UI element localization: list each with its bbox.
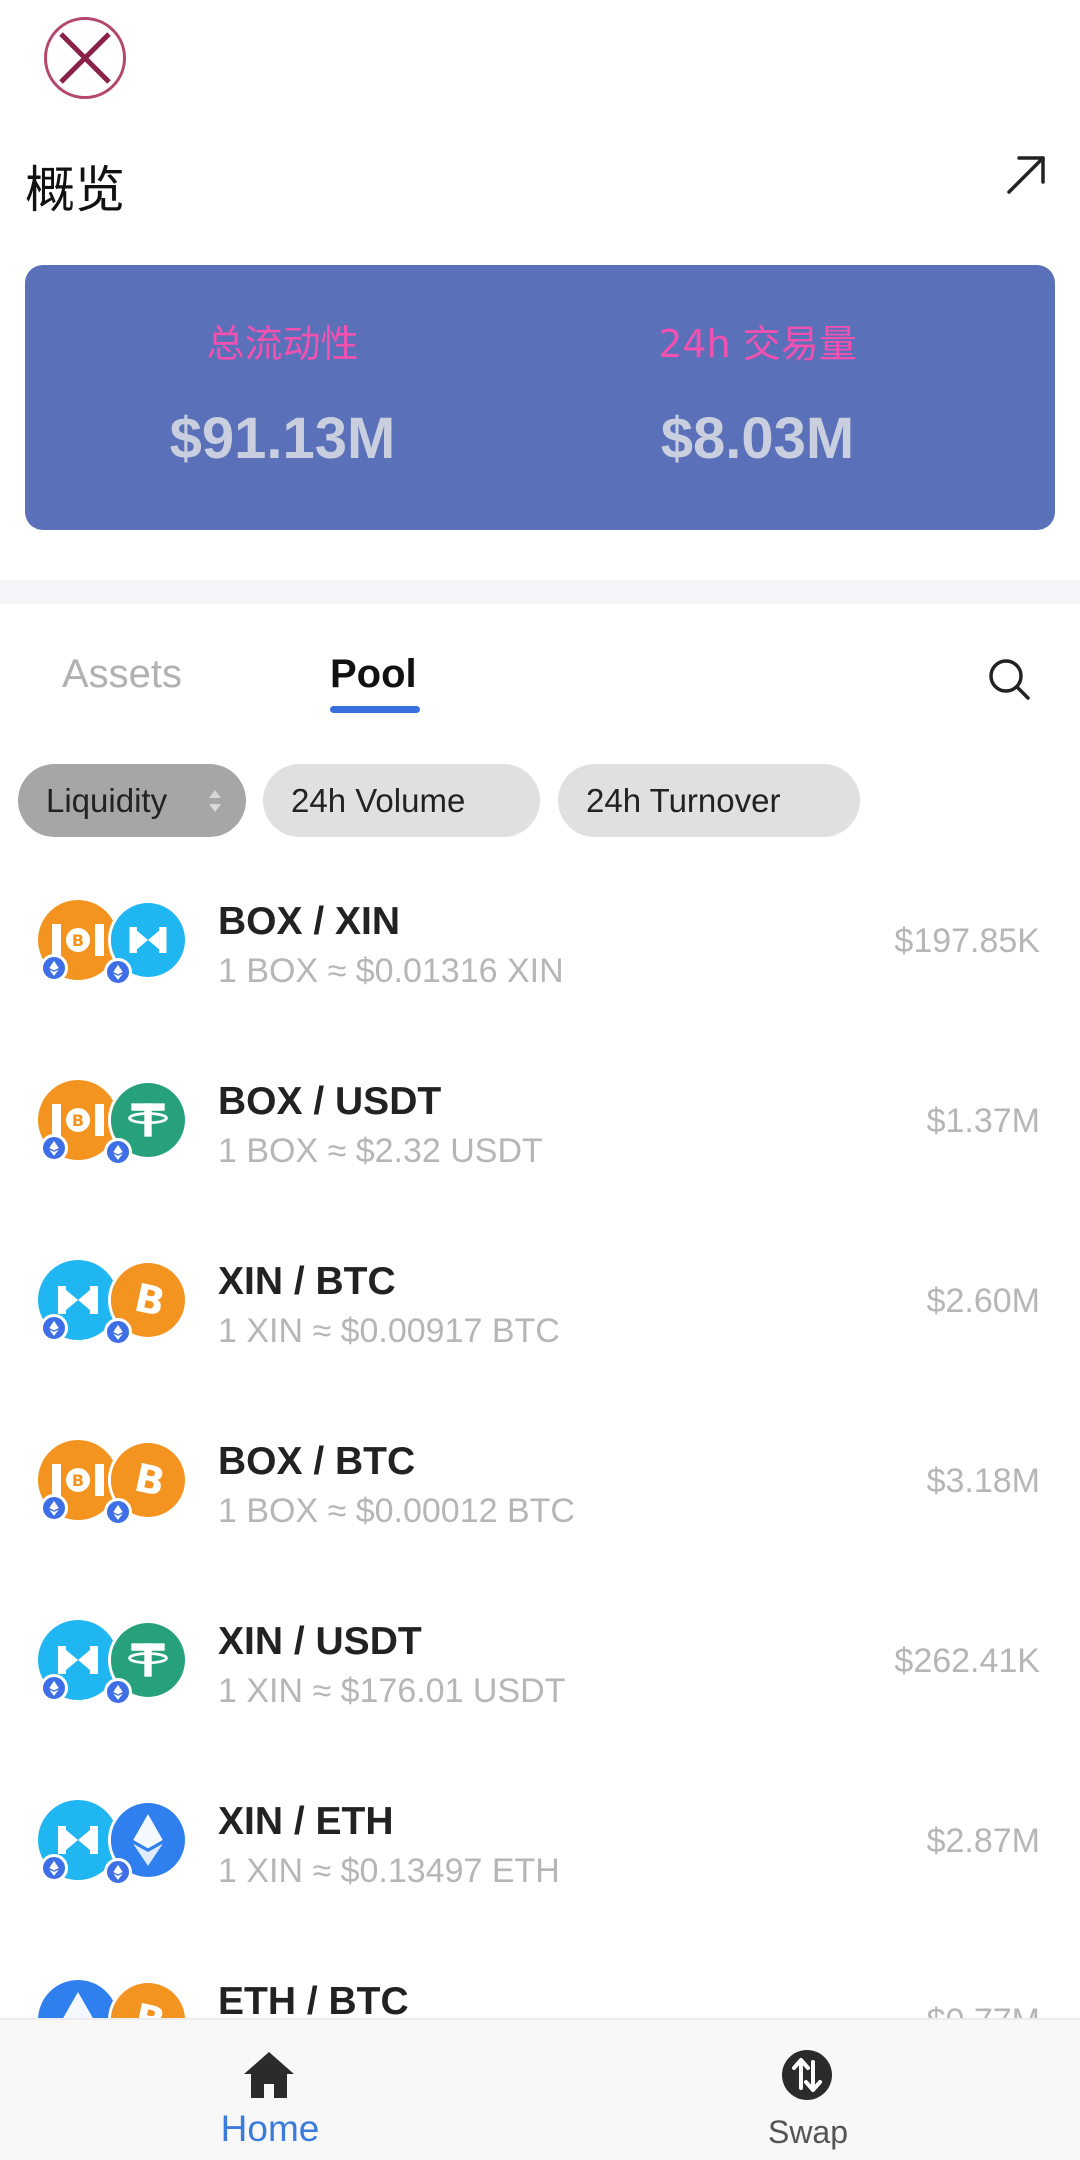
sort-pill-label: Liquidity (46, 782, 168, 819)
swap-icon (782, 2050, 832, 2100)
chain-badge-icon (104, 1858, 132, 1886)
pool-row[interactable]: XIN / USDT 1 XIN ≈ $176.01 USDT $262.41K (0, 1600, 1080, 1780)
pair-name: XIN / BTC (218, 1260, 396, 1303)
chain-badge-icon (104, 1678, 132, 1706)
pool-row[interactable]: XIN / ETH 1 XIN ≈ $0.13497 ETH $2.87M (0, 1780, 1080, 1960)
pair-icons: BB (38, 1440, 188, 1530)
pair-name: BOX / XIN (218, 900, 401, 943)
chain-badge-icon (40, 1134, 68, 1162)
pair-rate: 1 BOX ≈ $2.32 USDT (218, 1132, 543, 1170)
nav-home-label: Home (220, 2108, 320, 2149)
close-icon (59, 32, 111, 84)
chain-badge-icon (40, 1854, 68, 1882)
chain-badge-icon (104, 958, 132, 986)
chain-badge-icon (104, 1138, 132, 1166)
pair-icons: B (38, 1260, 188, 1350)
chain-badge-icon (104, 1318, 132, 1346)
svg-text:B: B (72, 931, 84, 950)
home-icon (244, 2052, 294, 2098)
pool-row[interactable]: B BOX / XIN 1 BOX ≈ $0.01316 XIN $197.85K (0, 880, 1080, 1060)
pool-row[interactable]: B BOX / USDT 1 BOX ≈ $2.32 USDT $1.37M (0, 1060, 1080, 1240)
pair-name: XIN / USDT (218, 1620, 422, 1663)
close-button[interactable] (44, 17, 126, 99)
pair-name: BOX / USDT (218, 1080, 442, 1123)
sort-pill-label: 24h Turnover (586, 782, 781, 819)
section-divider (0, 580, 1080, 604)
search-icon[interactable] (986, 656, 1032, 702)
svg-text:B: B (72, 1471, 84, 1490)
sort-pill-turnover[interactable]: 24h Turnover (558, 764, 860, 837)
pool-row[interactable]: B B BOX / BTC 1 BOX ≈ $0.00012 BTC $3.18M (0, 1420, 1080, 1600)
pair-liquidity: $2.60M (926, 1282, 1040, 1320)
pair-icons (38, 1800, 188, 1890)
chain-badge-icon (40, 1674, 68, 1702)
pair-liquidity: $262.41K (894, 1642, 1040, 1680)
pair-name: XIN / ETH (218, 1800, 394, 1843)
pair-rate: 1 XIN ≈ $176.01 USDT (218, 1672, 566, 1710)
pool-row[interactable]: B XIN / BTC 1 XIN ≈ $0.00917 BTC $2.60M (0, 1240, 1080, 1420)
pair-icons (38, 1620, 188, 1710)
pair-rate: 1 XIN ≈ $0.13497 ETH (218, 1852, 560, 1890)
pair-liquidity: $2.87M (926, 1822, 1040, 1860)
pair-icons: B (38, 900, 188, 990)
bottom-nav: Home Swap (0, 2018, 1080, 2160)
pair-liquidity: $3.18M (926, 1462, 1040, 1500)
page-title: 概览 (25, 161, 125, 219)
active-tab-indicator (330, 706, 420, 713)
chain-badge-icon (104, 1498, 132, 1526)
pair-rate: 1 BOX ≈ $0.01316 XIN (218, 952, 564, 990)
volume-label: 24h 交易量 (658, 322, 857, 366)
stats-card: 总流动性 $91.13M 24h 交易量 $8.03M (25, 265, 1055, 530)
chain-badge-icon (40, 1314, 68, 1342)
tab-pool[interactable]: Pool (330, 652, 417, 697)
external-link-icon[interactable] (1003, 152, 1049, 198)
volume-value: $8.03M (660, 406, 855, 471)
tab-assets[interactable]: Assets (62, 652, 182, 697)
chain-badge-icon (40, 954, 68, 982)
sort-arrows-icon (209, 790, 221, 812)
total-liquidity-label: 总流动性 (206, 322, 359, 366)
pair-rate: 1 BOX ≈ $0.00012 BTC (218, 1492, 575, 1530)
pair-name: BOX / BTC (218, 1440, 416, 1483)
pair-liquidity: $197.85K (894, 922, 1040, 960)
pair-icons: B (38, 1080, 188, 1170)
sort-pill-volume[interactable]: 24h Volume (263, 764, 540, 837)
sort-pill-label: 24h Volume (291, 782, 466, 819)
nav-swap-label: Swap (767, 2114, 849, 2150)
chain-badge-icon (40, 1494, 68, 1522)
sort-pill-liquidity[interactable]: Liquidity (18, 764, 246, 837)
pair-rate: 1 XIN ≈ $0.00917 BTC (218, 1312, 560, 1350)
svg-text:B: B (72, 1111, 84, 1130)
total-liquidity-value: $91.13M (169, 406, 396, 471)
pair-liquidity: $1.37M (926, 1102, 1040, 1140)
